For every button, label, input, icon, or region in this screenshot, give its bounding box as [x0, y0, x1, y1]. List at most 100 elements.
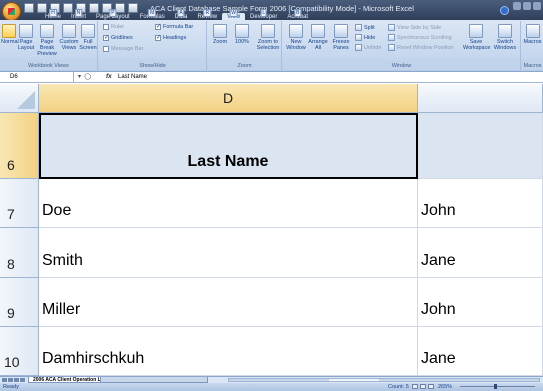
prev-sheet-icon[interactable] [8, 378, 13, 382]
full-screen-button[interactable]: Full Screen [79, 24, 97, 51]
page-layout-view-button[interactable]: Page Layout [17, 24, 35, 51]
checkbox-checked-icon [103, 34, 109, 41]
formula-input[interactable]: Last Name [118, 74, 147, 80]
cell-value: Doe [42, 202, 72, 219]
reset-window-position-button[interactable]: Reset Window Position [388, 44, 454, 51]
cell-d8[interactable]: Smith [39, 228, 418, 278]
customize-qat-icon[interactable] [128, 3, 138, 13]
select-all-corner[interactable] [0, 84, 39, 113]
side-by-side-icon [388, 24, 395, 31]
office-button[interactable] [2, 2, 21, 21]
cell-d7[interactable]: Doe [39, 179, 418, 228]
row-header-7[interactable]: 7 [0, 179, 39, 228]
cell-value: Jane [421, 252, 456, 269]
freeze-panes-button[interactable]: Freeze Panes [330, 24, 352, 51]
normal-view-button[interactable]: Normal [1, 24, 19, 45]
button-label: Custom Views [59, 39, 79, 51]
insert-function-icon[interactable]: fx [106, 73, 112, 80]
macros-button[interactable]: Macros [523, 24, 542, 45]
save-icon[interactable] [24, 3, 34, 13]
hide-icon [355, 34, 362, 41]
keytip: L [260, 9, 268, 17]
close-icon[interactable] [533, 2, 541, 10]
cell-e6[interactable] [418, 113, 543, 179]
keytip: A [177, 9, 185, 17]
gridlines-checkbox[interactable]: Gridlines [103, 34, 133, 41]
split-icon [355, 24, 362, 31]
ruler-checkbox[interactable]: Ruler [103, 24, 124, 30]
page-layout-icon [19, 24, 33, 38]
cell-value: Damhirschkuh [42, 350, 145, 367]
cell-e10[interactable]: Jane [418, 327, 543, 376]
zoom-to-selection-button[interactable]: Zoom to Selection [255, 24, 281, 51]
unhide-button[interactable]: Unhide [355, 44, 381, 51]
checkbox-label: Gridlines [111, 35, 133, 41]
group-show-hide: Ruler Gridlines Message Bar Formula Bar … [99, 21, 207, 70]
formula-bar: D6 ▾ ◯ fx Last Name [0, 72, 543, 83]
next-sheet-icon[interactable] [14, 378, 19, 382]
undo-icon[interactable] [37, 3, 47, 13]
cell-d10[interactable]: Damhirschkuh [39, 327, 418, 376]
hide-button[interactable]: Hide [355, 34, 375, 41]
zoom-button[interactable]: Zoom [211, 24, 229, 45]
button-label: Zoom [212, 39, 228, 45]
cell-d9[interactable]: Miller [39, 278, 418, 327]
sync-scroll-icon [388, 34, 395, 41]
split-button[interactable]: Split [355, 24, 375, 31]
checkbox-checked-icon [155, 23, 161, 30]
row-header-6[interactable]: 6 [0, 113, 39, 179]
cell-e8[interactable]: Jane [418, 228, 543, 278]
formula-bar-checkbox[interactable]: Formula Bar [155, 23, 193, 30]
row-header-9[interactable]: 9 [0, 278, 39, 327]
ribbon: Normal Page Layout Page Break Preview Cu… [0, 20, 543, 72]
button-label: Full Screen [79, 39, 97, 51]
freeze-panes-icon [334, 24, 348, 38]
arrange-all-icon [311, 24, 325, 38]
button-label: Macros [523, 39, 542, 45]
custom-views-button[interactable]: Custom Views [59, 24, 79, 51]
zoom-100-icon [235, 24, 249, 38]
column-header-d[interactable]: D [39, 84, 418, 113]
cell-e9[interactable]: John [418, 278, 543, 327]
page-break-preview-button[interactable]: Page Break Preview [36, 24, 58, 57]
zoom-slider-knob[interactable] [494, 384, 497, 389]
row-label: 7 [7, 206, 15, 222]
row-header-8[interactable]: 8 [0, 228, 39, 278]
button-label: Unhide [364, 44, 382, 51]
reset-position-icon [388, 44, 395, 51]
row-header-10[interactable]: 10 [0, 327, 39, 376]
new-window-button[interactable]: New Window [286, 24, 306, 51]
help-icon[interactable] [500, 6, 509, 15]
headings-checkbox[interactable]: Headings [155, 34, 186, 41]
cell-d6[interactable]: Last Name [39, 113, 418, 179]
save-workspace-button[interactable]: Save Workspace [463, 24, 490, 51]
first-sheet-icon[interactable] [2, 378, 7, 382]
name-box[interactable]: D6 [0, 72, 74, 83]
sheet-tab-bar: 2006 ACA Client Operation List [0, 376, 543, 383]
sync-scrolling-button[interactable]: Synchronous Scrolling [388, 34, 452, 41]
page-break-view-icon[interactable] [428, 384, 434, 389]
arrange-all-button[interactable]: Arrange All [308, 24, 328, 51]
message-bar-checkbox[interactable]: Message Bar [103, 46, 143, 52]
scroll-thumb[interactable] [329, 379, 379, 381]
cell-value: Miller [42, 301, 81, 318]
new-window-icon [289, 24, 303, 38]
zoom-slider[interactable] [460, 384, 535, 389]
horizontal-scrollbar[interactable] [228, 378, 540, 382]
minimize-icon[interactable] [513, 2, 521, 10]
page-layout-view-icon[interactable] [420, 384, 426, 389]
name-box-dropdown-icon[interactable]: ▾ ◯ [78, 73, 91, 80]
last-sheet-icon[interactable] [20, 378, 25, 382]
side-by-side-button[interactable]: View Side by Side [388, 24, 441, 31]
cell-e7[interactable]: John [418, 179, 543, 228]
print-icon[interactable] [63, 3, 73, 13]
group-zoom: Zoom 100% Zoom to Selection Zoom [208, 21, 282, 70]
sort-icon[interactable] [89, 3, 99, 13]
zoom-level[interactable]: 265% [438, 384, 452, 390]
window-controls [513, 2, 541, 10]
restore-icon[interactable] [523, 2, 531, 10]
column-header-e[interactable] [418, 84, 543, 113]
normal-view-icon[interactable] [412, 384, 418, 389]
zoom-100-button[interactable]: 100% [232, 24, 252, 45]
switch-windows-button[interactable]: Switch Windows [491, 24, 519, 51]
